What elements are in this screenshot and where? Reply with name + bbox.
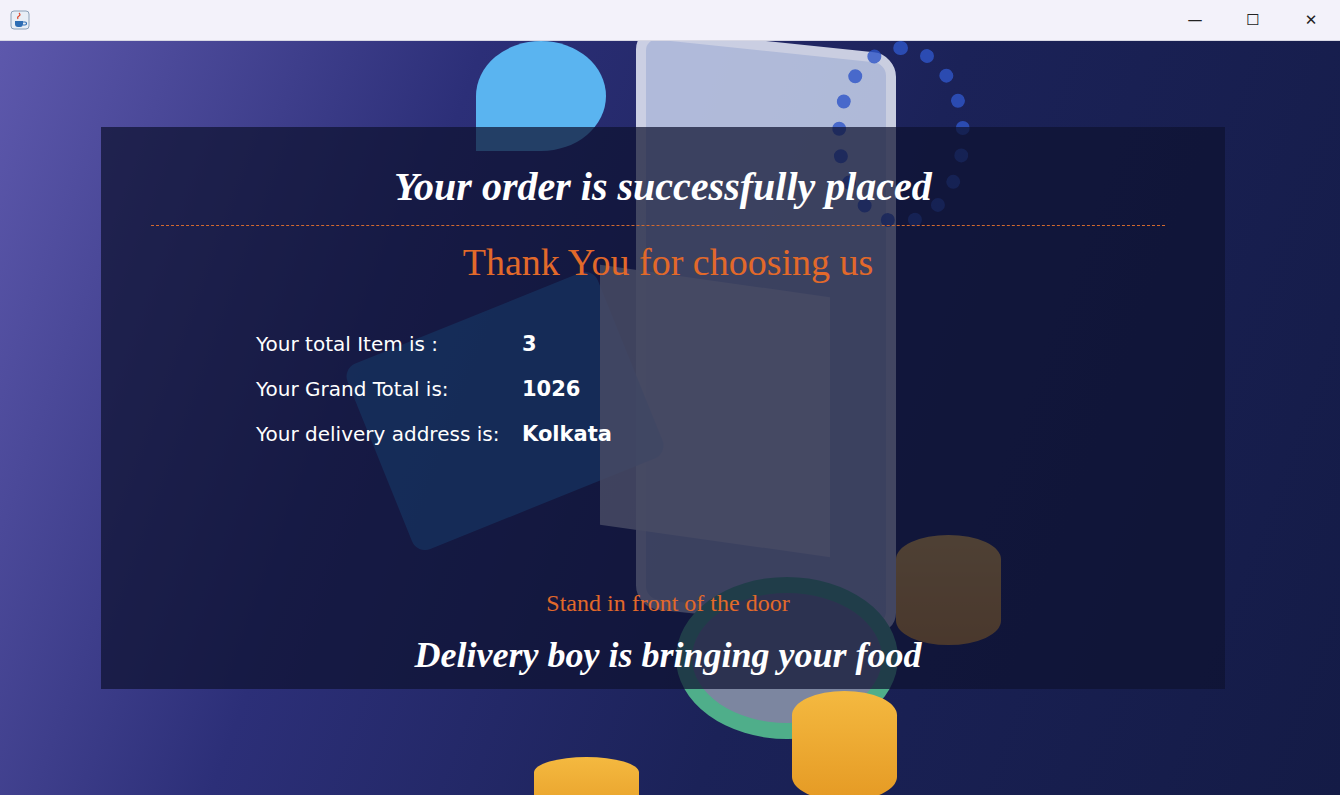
confirmation-panel: Your order is successfully placed Thank Y…: [101, 127, 1225, 689]
content-area: Your order is successfully placed Thank Y…: [0, 41, 1340, 795]
coin-stack-shape: [792, 691, 897, 795]
app-window: —☐✕ Your order is successfully placed Than…: [0, 0, 1340, 795]
detail-value: Kolkata: [522, 422, 612, 446]
close-button[interactable]: ✕: [1282, 0, 1340, 40]
detail-row: Your Grand Total is:1026: [256, 366, 1225, 411]
detail-label: Your Grand Total is:: [256, 377, 522, 401]
thank-you-text: Thank You for choosing us: [101, 240, 1225, 284]
detail-value: 1026: [522, 377, 580, 401]
detail-row: Your delivery address is:Kolkata: [256, 411, 1225, 456]
dashed-divider: [151, 225, 1165, 226]
minimize-button[interactable]: —: [1166, 0, 1224, 40]
delivery-message: Delivery boy is bringing your food: [101, 633, 1225, 677]
maximize-button[interactable]: ☐: [1224, 0, 1282, 40]
detail-label: Your delivery address is:: [256, 422, 522, 446]
title-bar: —☐✕: [0, 0, 1340, 41]
coin-stack-shape: [534, 757, 639, 795]
detail-label: Your total Item is :: [256, 332, 522, 356]
detail-value: 3: [522, 332, 537, 356]
detail-row: Your total Item is :3: [256, 321, 1225, 366]
order-details: Your total Item is :3Your Grand Total is…: [101, 321, 1225, 456]
confirmation-title: Your order is successfully placed: [101, 162, 1225, 212]
java-cup-icon: [10, 10, 30, 30]
door-note: Stand in front of the door: [101, 588, 1225, 618]
